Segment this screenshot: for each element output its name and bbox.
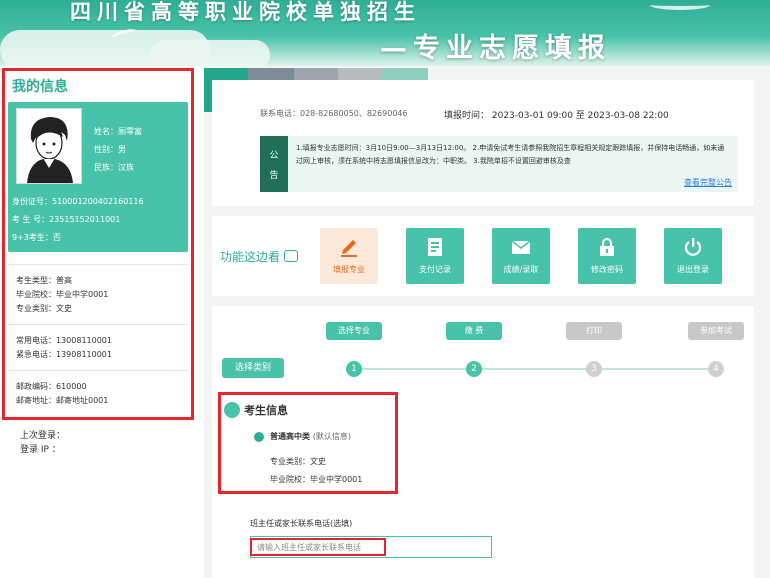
login-ip-text: 登录 IP ： bbox=[20, 445, 61, 455]
notice-text: 1.填报专业志愿时间：3月10日9:00—3月13日12:00。 2.申请免试考… bbox=[296, 144, 725, 165]
step-tab-exam[interactable]: 参加考试 bbox=[688, 322, 744, 340]
lock-icon bbox=[600, 238, 614, 256]
step-circle-3: 3 bbox=[586, 361, 602, 377]
cloud-decoration bbox=[150, 40, 270, 66]
power-icon bbox=[684, 238, 702, 256]
payment-record-button[interactable]: 支付记录 bbox=[406, 228, 464, 284]
notice-badge: 公 告 bbox=[260, 136, 288, 192]
step-circle-1: 1 bbox=[346, 361, 362, 377]
sidebar: 我的信息 姓名：厕零富 性别：男 民族：汉族 身份证号：510001200402… bbox=[0, 66, 204, 578]
function-label: 功能这边看 bbox=[220, 248, 299, 265]
receipt-icon bbox=[428, 238, 442, 256]
select-type-button[interactable]: 选择类别 bbox=[222, 358, 284, 378]
logout-button[interactable]: 退出登录 bbox=[664, 228, 722, 284]
logout-label: 退出登录 bbox=[677, 265, 709, 274]
payment-record-label: 支付记录 bbox=[419, 265, 451, 274]
step-tab-payment[interactable]: 缴 费 bbox=[446, 322, 502, 340]
teacher-phone-label: 班主任或家长联系电话(选填) bbox=[250, 519, 353, 528]
main-panel: 选择类别 选择专业 缴 费 打印 参加考试 1 2 3 4 考生信息 普通高中类… bbox=[212, 306, 754, 578]
notice-box: 公 告 1.填报专业志愿时间：3月10日9:00—3月13日12:00。 2.申… bbox=[260, 136, 738, 192]
fill-major-label: 填报专业 bbox=[333, 265, 365, 274]
highlight-box-my-info bbox=[2, 68, 194, 420]
step-tab-select-major[interactable]: 选择专业 bbox=[326, 322, 382, 340]
pointing-hand-icon bbox=[284, 250, 299, 262]
contact-phone-text: 联系电话：028-82680050、82690046 bbox=[260, 109, 408, 118]
change-password-label: 修改密码 bbox=[591, 265, 623, 274]
envelope-icon bbox=[511, 240, 531, 254]
score-admission-label: 成绩/录取 bbox=[503, 265, 539, 274]
notice-badge-char: 告 bbox=[269, 171, 279, 181]
function-label-text: 功能这边看 bbox=[220, 250, 281, 264]
highlight-box-candidate bbox=[218, 392, 398, 494]
banner-subtitle: —专业志愿填报 bbox=[380, 33, 611, 64]
step-tab-print[interactable]: 打印 bbox=[566, 322, 622, 340]
app-page: 四川省高等职业院校单独招生 —专业志愿填报 我的信息 姓名：厕零富 性别：男 民… bbox=[0, 0, 770, 578]
step-circle-2: 2 bbox=[466, 361, 482, 377]
fill-major-button[interactable]: 填报专业 bbox=[320, 228, 378, 284]
function-panel: 功能这边看 填报专业 支付记录 成绩/录取 修改密码 退出登录 bbox=[212, 216, 754, 296]
pencil-icon bbox=[341, 240, 357, 257]
bird-icon bbox=[650, 0, 710, 10]
fill-time-text: 填报时间： 2023-03-01 09:00 至 2023-03-08 22:0… bbox=[444, 111, 669, 121]
step-progress-line bbox=[348, 368, 718, 370]
change-password-button[interactable]: 修改密码 bbox=[578, 228, 636, 284]
notice-badge-char: 公 bbox=[269, 151, 279, 161]
header-banner: 四川省高等职业院校单独招生 —专业志愿填报 bbox=[0, 0, 770, 66]
info-panel: 联系电话：028-82680050、82690046 填报时间： 2023-03… bbox=[212, 80, 754, 206]
score-admission-button[interactable]: 成绩/录取 bbox=[492, 228, 550, 284]
highlight-box-phone bbox=[250, 538, 386, 556]
step-circle-4: 4 bbox=[708, 361, 724, 377]
view-full-notice-link[interactable]: 查看完整公告 bbox=[684, 177, 732, 188]
last-login-text: 上次登录： bbox=[20, 431, 66, 441]
banner-title: 四川省高等职业院校单独招生 bbox=[70, 0, 421, 24]
